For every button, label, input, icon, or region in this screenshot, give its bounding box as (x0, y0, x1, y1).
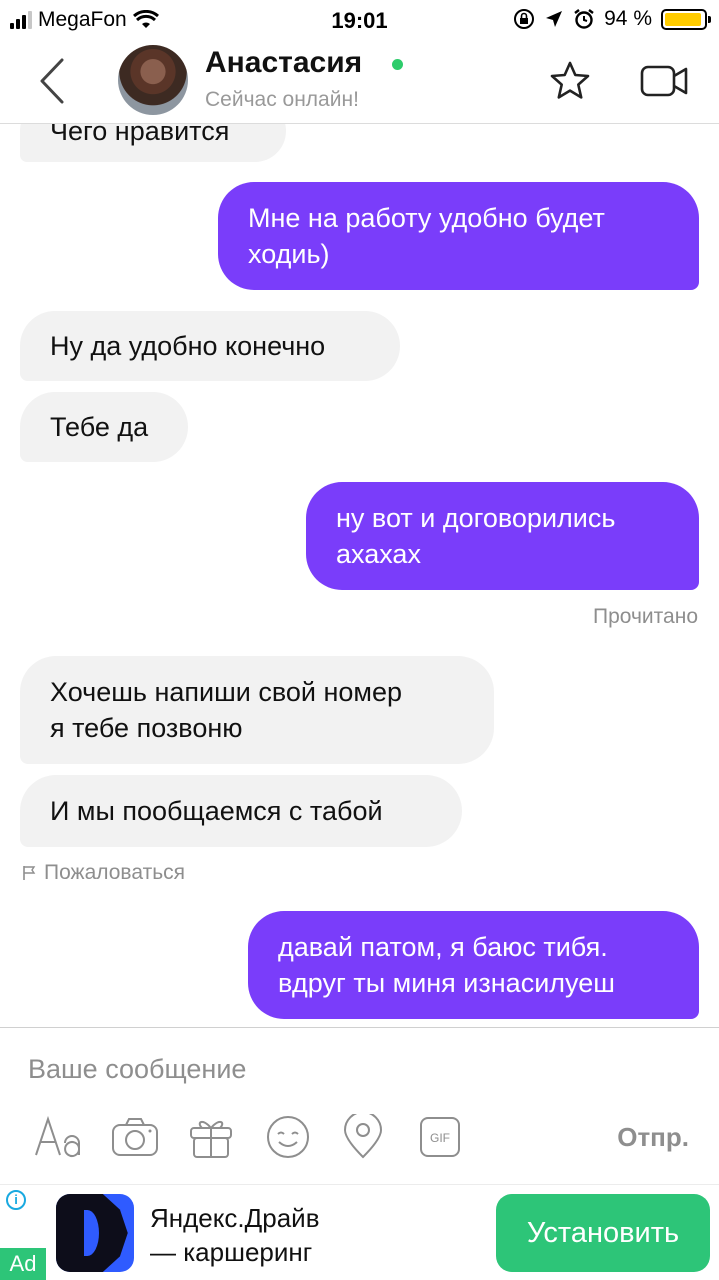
flag-icon (23, 866, 36, 880)
message-incoming[interactable]: Хочешь напиши свой номер я тебе позвоню (20, 656, 494, 764)
ad-title-line: Яндекс.Драйв (150, 1203, 320, 1233)
message-text: давай патом, я баюс тибя. (278, 932, 608, 962)
message-text: Чего нравится (50, 124, 230, 146)
message-input[interactable]: Ваше сообщение (28, 1054, 246, 1085)
alarm-icon (574, 9, 594, 29)
text-format-button[interactable] (34, 1112, 111, 1162)
message-text: И мы пообщаемся с табой (50, 796, 383, 826)
rotation-lock-icon (514, 9, 535, 29)
online-indicator (392, 59, 403, 70)
location-button[interactable] (342, 1112, 419, 1162)
gif-icon: GIF (420, 1117, 460, 1157)
gif-button[interactable]: GIF (419, 1112, 496, 1162)
battery-percent: 94 % (604, 7, 652, 30)
install-button[interactable]: Установить (496, 1194, 710, 1272)
ad-title: Яндекс.Драйв — каршеринг (150, 1201, 320, 1269)
message-incoming[interactable]: Ну да удобно конечно (20, 311, 400, 381)
message-incoming[interactable]: Чего нравится (20, 124, 286, 162)
message-text: Хочешь напиши свой номер (50, 677, 402, 707)
chat-header: Анастасия Сейчас онлайн! (0, 40, 719, 124)
composer-toolbar: GIF (34, 1112, 496, 1162)
message-list[interactable]: Чего нравится Мне на работу удобно будет… (0, 124, 719, 1027)
gift-button[interactable] (188, 1112, 265, 1162)
contact-name[interactable]: Анастасия (205, 46, 362, 80)
ad-badge: Ad (0, 1248, 46, 1280)
message-incoming[interactable]: И мы пообщаемся с табой (20, 775, 462, 847)
emoji-button[interactable] (265, 1112, 342, 1162)
status-bar: MegaFon 19:01 94 % (0, 0, 719, 40)
back-icon[interactable] (34, 56, 74, 106)
message-text: Тебе да (50, 412, 149, 442)
message-text: ну вот и договорились (336, 503, 616, 533)
gif-label: GIF (430, 1131, 450, 1145)
ad-banner[interactable]: i Яндекс.Драйв — каршеринг Установить Ad (0, 1184, 719, 1280)
location-icon (546, 11, 563, 27)
online-status: Сейчас онлайн! (205, 88, 359, 111)
message-text: ходиь) (248, 239, 330, 269)
message-text: вдруг ты миня изнасилуеш (278, 968, 615, 998)
text-format-icon (35, 1115, 80, 1157)
status-right: 94 % (513, 7, 711, 31)
read-receipt: Прочитано (593, 605, 698, 628)
message-incoming[interactable]: Тебе да (20, 392, 188, 462)
battery-icon (661, 8, 711, 30)
message-text: Ну да удобно конечно (50, 331, 326, 361)
star-icon[interactable] (549, 60, 591, 102)
message-text: я тебе позвоню (50, 713, 243, 743)
message-text: ахахах (336, 539, 421, 569)
avatar[interactable] (118, 45, 188, 115)
camera-icon (112, 1118, 158, 1156)
message-outgoing[interactable]: ну вот и договорились ахахах (306, 482, 699, 590)
camera-button[interactable] (111, 1112, 188, 1162)
app-logo (56, 1194, 134, 1272)
message-text: Мне на работу удобно будет (248, 203, 605, 233)
emoji-icon (267, 1116, 309, 1158)
message-outgoing[interactable]: давай патом, я баюс тибя. вдруг ты миня … (248, 911, 699, 1019)
message-outgoing[interactable]: Мне на работу удобно будет ходиь) (218, 182, 699, 290)
location-pin-icon (343, 1114, 383, 1159)
ad-info-icon[interactable]: i (6, 1190, 26, 1210)
composer: Ваше сообщение GIF Отпр. (0, 1027, 719, 1184)
ad-title-line: — каршеринг (150, 1237, 313, 1267)
send-button[interactable]: Отпр. (617, 1122, 689, 1153)
video-call-icon[interactable] (640, 64, 690, 98)
gift-icon (190, 1121, 232, 1158)
complain-link[interactable]: Пожаловаться (22, 861, 185, 885)
complain-label: Пожаловаться (44, 861, 186, 884)
